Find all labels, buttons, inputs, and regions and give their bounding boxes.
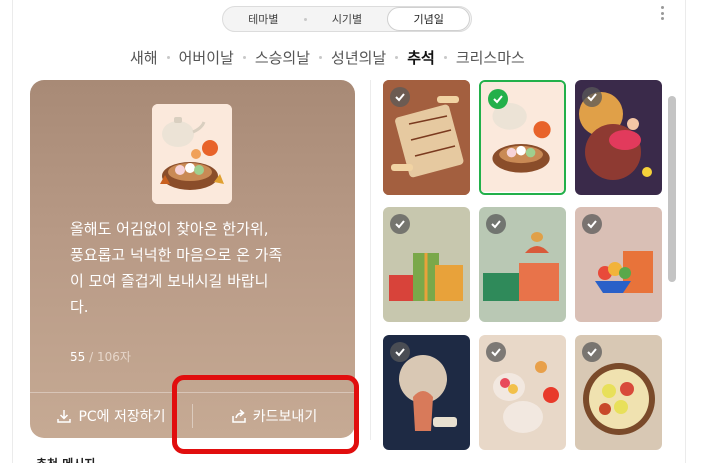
character-count: 55 (70, 350, 86, 364)
scrollbar-thumb[interactable] (668, 96, 676, 282)
panel-left-border (12, 0, 13, 463)
card-design-teapot[interactable] (479, 80, 566, 195)
tab-theme[interactable]: 테마별 (223, 7, 304, 31)
grid-scrollbar[interactable] (666, 96, 678, 441)
check-icon (582, 342, 602, 362)
card-design-fruit-gifts[interactable] (479, 207, 566, 322)
occasion-parents-day[interactable]: 어버이날 (179, 47, 234, 68)
tab-season[interactable]: 시기별 (307, 7, 388, 31)
separator-dot (443, 55, 447, 59)
card-preview-thumbnail (152, 104, 232, 204)
occasion-teachers-day[interactable]: 스승의날 (255, 47, 310, 68)
separator-dot (242, 55, 246, 59)
recommended-messages-heading: 추천 메시지 (36, 455, 95, 463)
check-icon (486, 342, 506, 362)
occasion-filter: 새해 어버이날 스승의날 성년의날 추석 크리스마스 (130, 46, 525, 68)
download-icon (57, 409, 72, 423)
category-tabs: 테마별 시기별 기념일 (222, 6, 472, 32)
save-to-pc-label: PC에 저장하기 (78, 408, 166, 425)
check-icon (582, 214, 602, 234)
check-icon (390, 87, 410, 107)
card-design-fruit-bowl[interactable] (575, 207, 662, 322)
occasion-christmas[interactable]: 크리스마스 (456, 47, 525, 68)
tab-anniversary[interactable]: 기념일 (387, 7, 471, 31)
more-options-icon[interactable] (658, 6, 666, 20)
card-design-yut[interactable] (383, 80, 470, 195)
card-design-fruit-plate[interactable] (479, 335, 566, 450)
character-limit: / 106자 (85, 350, 131, 364)
highlight-annotation (172, 375, 359, 454)
panel-right-border (685, 0, 686, 463)
card-message-text[interactable]: 올해도 어김없이 찾아온 한가위, 풍요롭고 넉넉한 마음으로 온 가족 이 모… (70, 216, 330, 320)
occasion-coming-of-age-day[interactable]: 성년의날 (331, 47, 386, 68)
card-design-jeon-plate[interactable] (575, 335, 662, 450)
grid-divider (370, 80, 371, 440)
character-counter: 55 / 106자 (70, 348, 131, 365)
save-to-pc-button[interactable]: PC에 저장하기 (30, 393, 192, 438)
check-icon (390, 342, 410, 362)
card-design-moon-girl[interactable] (575, 80, 662, 195)
occasion-new-year[interactable]: 새해 (130, 47, 158, 68)
card-design-gift-boxes[interactable] (383, 207, 470, 322)
separator-dot (166, 55, 170, 59)
separator-dot (319, 55, 323, 59)
occasion-chuseok[interactable]: 추석 (407, 47, 435, 68)
check-icon (390, 214, 410, 234)
check-icon (582, 87, 602, 107)
card-design-moon-night[interactable] (383, 335, 470, 450)
check-icon (486, 214, 506, 234)
separator-dot (395, 55, 399, 59)
check-icon (488, 89, 508, 109)
